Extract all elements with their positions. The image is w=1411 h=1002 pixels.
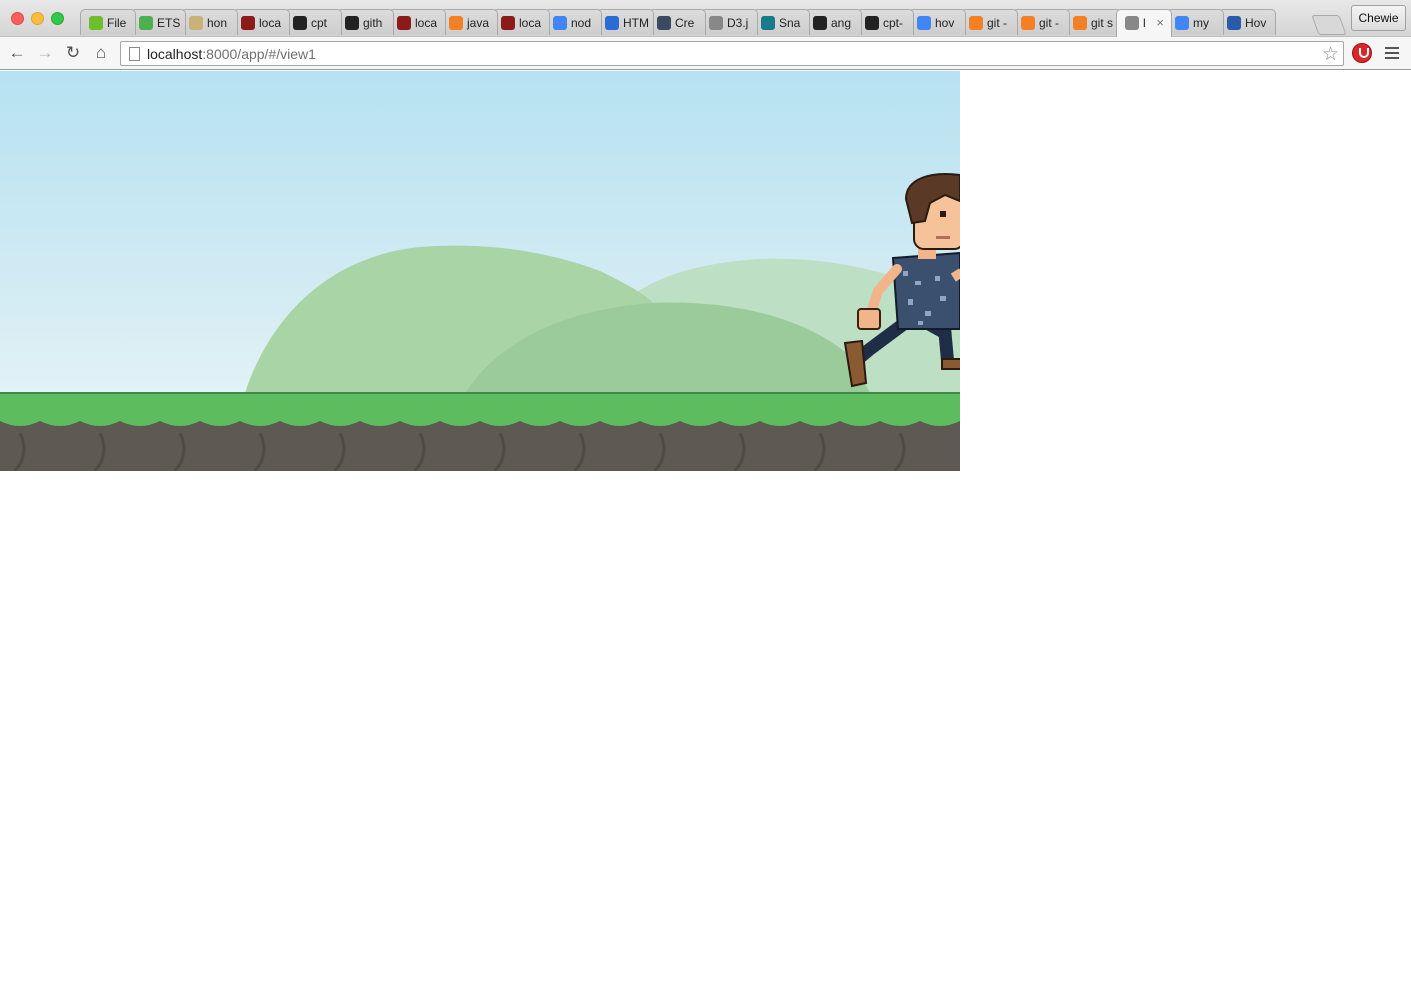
extension-icon[interactable] — [1352, 43, 1372, 63]
tab-label: l — [1143, 16, 1146, 30]
tab-label: HTM — [623, 16, 649, 30]
tab-5[interactable]: gith — [336, 9, 394, 35]
tab-label: Hov — [1245, 16, 1267, 30]
tab-13[interactable]: Sna — [752, 9, 810, 35]
tab-label: my — [1193, 16, 1209, 30]
google-icon — [553, 16, 567, 30]
bookmark-star-icon[interactable]: ☆ — [1322, 43, 1339, 66]
url-host: localhost — [147, 46, 203, 62]
profile-button[interactable]: Chewie — [1351, 5, 1406, 31]
tab-label: git - — [987, 16, 1008, 30]
google-icon — [1175, 16, 1189, 30]
envelope-icon — [189, 16, 203, 30]
stackoverflow-icon — [1073, 16, 1087, 30]
hexagon-icon — [89, 16, 103, 30]
tab-9[interactable]: nod — [544, 9, 602, 35]
tab-14[interactable]: ang — [804, 9, 862, 35]
github-icon — [813, 16, 827, 30]
tab-label: git - — [1039, 16, 1060, 30]
tab-label: loca — [519, 16, 542, 30]
github-icon — [293, 16, 307, 30]
tab-label: loca — [415, 16, 438, 30]
page-icon — [129, 47, 140, 61]
tab-17[interactable]: git - — [960, 9, 1018, 35]
new-tab-button[interactable] — [1311, 15, 1347, 35]
back-arrow-icon[interactable]: ← — [7, 43, 27, 63]
tab-label: cpt — [311, 16, 328, 30]
tab-20[interactable]: l × — [1116, 9, 1172, 37]
tab-label: nod — [571, 16, 592, 30]
tab-4[interactable]: cpt — [284, 9, 342, 35]
minimize-window-button[interactable] — [31, 12, 44, 25]
tab-0[interactable]: File — [80, 9, 136, 35]
tab-7[interactable]: java — [440, 9, 498, 35]
reload-icon[interactable]: ↻ — [63, 43, 83, 63]
github-icon — [345, 16, 359, 30]
hat-icon — [241, 16, 255, 30]
tab-label: D3.j — [727, 16, 749, 30]
stackoverflow-icon — [969, 16, 983, 30]
tab-label: gith — [363, 16, 383, 30]
tab-label: cpt- — [883, 16, 904, 30]
close-tab-icon[interactable]: × — [1156, 15, 1164, 30]
google-icon — [917, 16, 931, 30]
tab-label: hov — [935, 16, 955, 30]
tab-label: loca — [259, 16, 282, 30]
tab-19[interactable]: git s — [1064, 9, 1122, 35]
tab-15[interactable]: cpt- — [856, 9, 914, 35]
home-icon[interactable]: ⌂ — [91, 43, 111, 63]
game-scene — [0, 173, 960, 471]
s-icon — [761, 16, 775, 30]
tab-label: ang — [831, 16, 852, 30]
tab-2[interactable]: hon — [180, 9, 238, 35]
db-icon — [1227, 16, 1241, 30]
stackoverflow-icon — [449, 16, 463, 30]
tab-10[interactable]: HTM — [596, 9, 654, 35]
hat-icon — [397, 16, 411, 30]
dirt-ground — [0, 421, 960, 471]
tab-11[interactable]: Cre — [648, 9, 706, 35]
tab-label: File — [107, 16, 127, 30]
title-bar: File ETS hon loca cpt gith loca java loca nod HTM C… — [0, 0, 1411, 37]
q-icon — [139, 16, 153, 30]
browser-toolbar: ← → ↻ ⌂ localhost:8000/app/#/view1 ☆ — [0, 36, 1411, 70]
tab-label: hon — [207, 16, 228, 30]
stackoverflow-icon — [1021, 16, 1035, 30]
tab-8[interactable]: loca — [492, 9, 550, 35]
github-icon — [865, 16, 879, 30]
bluetooth-icon — [605, 16, 619, 30]
cube-icon — [657, 16, 671, 30]
url-text[interactable]: localhost:8000/app/#/view1 — [147, 46, 316, 62]
tab-label: Cre — [675, 16, 695, 30]
hat-icon — [501, 16, 515, 30]
forward-arrow-icon[interactable]: → — [35, 43, 55, 63]
close-window-button[interactable] — [11, 12, 24, 25]
tab-12[interactable]: D3.j — [700, 9, 758, 35]
tab-label: git s — [1091, 16, 1114, 30]
address-bar[interactable]: localhost:8000/app/#/view1 ☆ — [120, 41, 1344, 66]
maximize-window-button[interactable] — [51, 12, 64, 25]
tab-22[interactable]: Hov — [1218, 9, 1276, 35]
tab-21[interactable]: my — [1166, 9, 1224, 35]
tab-label: java — [467, 16, 490, 30]
tab-label: ETS — [157, 16, 181, 30]
tab-label: Sna — [779, 16, 801, 30]
tab-6[interactable]: loca — [388, 9, 446, 35]
url-path: :8000/app/#/view1 — [202, 46, 316, 62]
tab-strip: File ETS hon loca cpt gith loca java loca nod HTM C… — [80, 9, 1347, 37]
menu-icon[interactable] — [1385, 47, 1399, 62]
tab-3[interactable]: loca — [232, 9, 290, 35]
tab-18[interactable]: git - — [1012, 9, 1070, 35]
page-icon — [709, 16, 723, 30]
tab-1[interactable]: ETS — [130, 9, 186, 35]
tab-16[interactable]: hov — [908, 9, 966, 35]
game-canvas[interactable] — [0, 71, 960, 471]
page-icon — [1125, 16, 1139, 30]
